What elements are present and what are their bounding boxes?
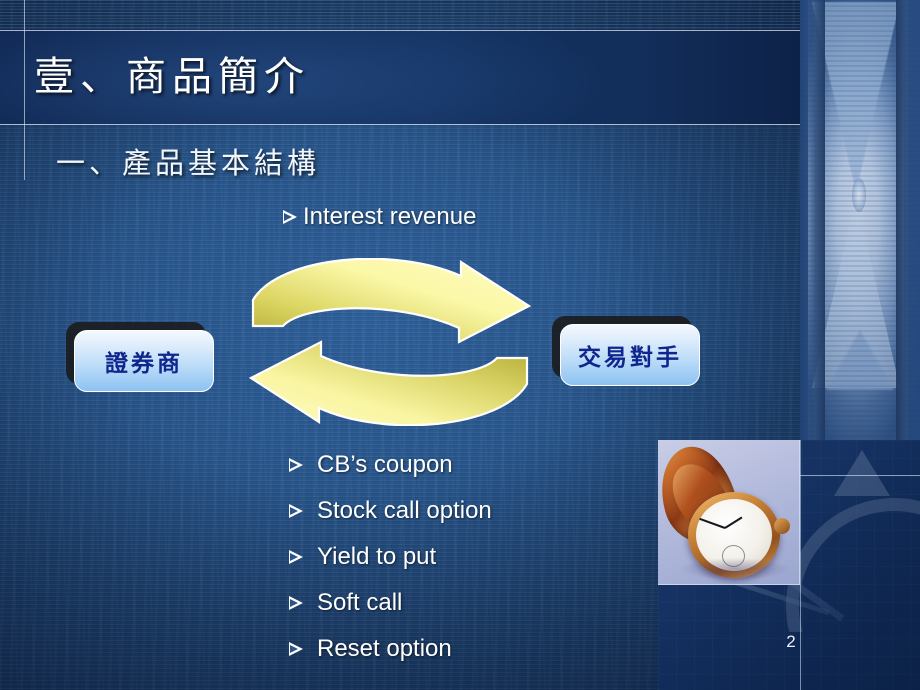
feature-bullet-list: CB’s coupon Stock call option Yield to p… — [288, 442, 618, 672]
counterparty-node: 交易對手 — [552, 316, 700, 386]
circular-exchange-arrows-icon — [245, 257, 535, 427]
arrow-bullet-icon — [288, 549, 306, 565]
arrow-bullet-icon — [288, 503, 306, 519]
page-number: 2 — [786, 632, 796, 651]
presentation-slide: 壹、商品簡介 一、產品基本結構 Interest revenue 證券商 交易對… — [0, 0, 920, 690]
node-face: 證券商 — [74, 330, 214, 392]
top-edge-strip — [0, 0, 800, 30]
cycle-arrow-top — [251, 257, 532, 344]
list-item: CB’s coupon — [288, 442, 618, 488]
securities-firm-label: 證券商 — [105, 350, 183, 377]
list-item-label: Yield to put — [317, 543, 437, 570]
hourglass-blue-tint — [800, 0, 920, 440]
interest-revenue-bullet: Interest revenue — [282, 203, 476, 231]
list-item-label: Stock call option — [317, 497, 492, 524]
cycle-arrow-bottom — [248, 340, 529, 427]
securities-firm-node: 證券商 — [66, 322, 214, 392]
watch-photo-border — [658, 440, 800, 585]
interest-revenue-label: Interest revenue — [303, 203, 477, 230]
section-subtitle: 一、產品基本結構 — [56, 146, 321, 180]
arrow-bullet-icon — [288, 641, 306, 657]
list-item: Yield to put — [288, 534, 618, 580]
list-item-label: CB’s coupon — [317, 451, 453, 478]
list-item-label: Reset option — [317, 635, 452, 662]
list-item: Stock call option — [288, 488, 618, 534]
node-face: 交易對手 — [560, 324, 700, 386]
cycle-svg — [248, 257, 532, 427]
title-band-bottom-rule — [0, 124, 800, 125]
title-band-top-rule — [0, 30, 800, 31]
left-vertical-rule — [24, 0, 25, 180]
hourglass-photo — [800, 0, 920, 440]
arrow-bullet-icon — [282, 209, 300, 225]
list-item: Reset option — [288, 626, 618, 672]
arrow-bullet-icon — [288, 595, 306, 611]
blueprint-horizontal-rule — [800, 475, 920, 476]
counterparty-label: 交易對手 — [578, 344, 682, 371]
list-item-label: Soft call — [317, 589, 403, 616]
blueprint-vertical-rule — [800, 440, 801, 690]
list-item: Soft call — [288, 580, 618, 626]
page-title: 壹、商品簡介 — [34, 54, 310, 100]
arrow-bullet-icon — [288, 457, 306, 473]
